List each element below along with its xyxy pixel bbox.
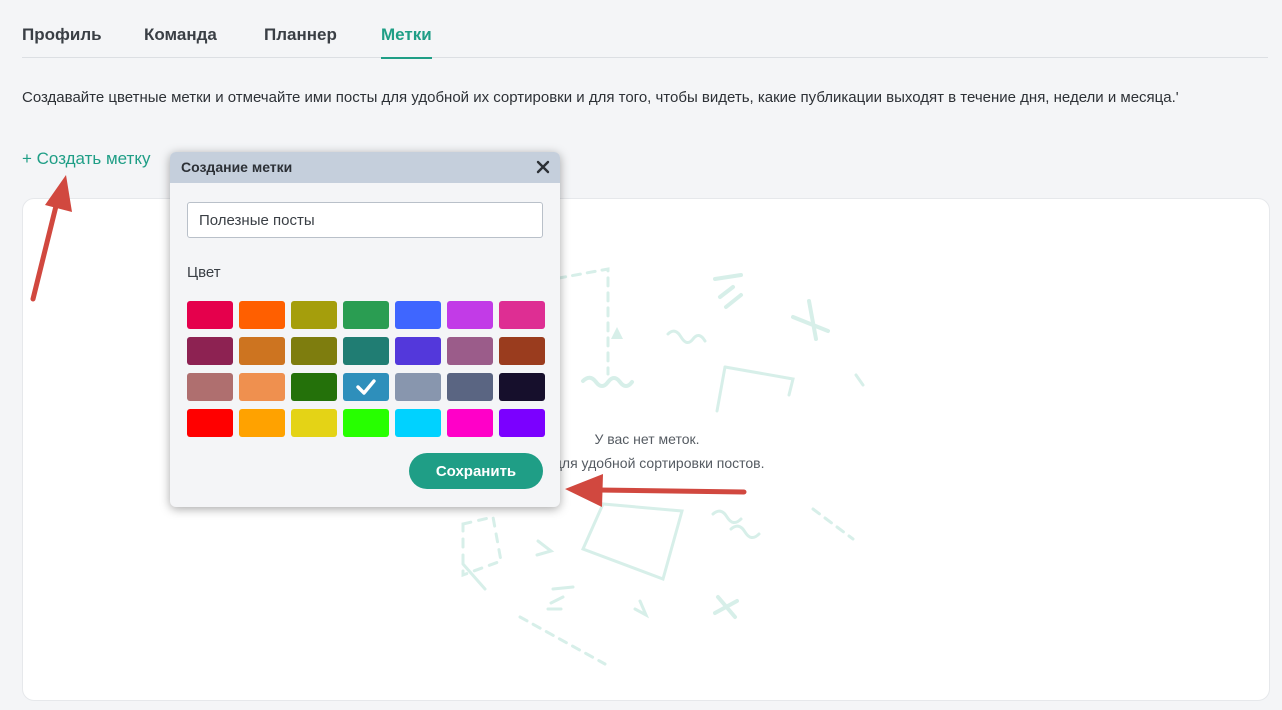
color-swatch[interactable] <box>499 301 545 329</box>
color-swatch[interactable] <box>239 373 285 401</box>
color-swatch[interactable] <box>291 409 337 437</box>
tab-planner[interactable]: Планнер <box>264 25 337 57</box>
tab-labels[interactable]: Метки <box>381 25 432 59</box>
color-swatch[interactable] <box>499 337 545 365</box>
save-button[interactable]: Сохранить <box>409 453 543 489</box>
tab-team[interactable]: Команда <box>144 25 217 57</box>
color-swatch[interactable] <box>187 409 233 437</box>
color-swatch[interactable] <box>239 301 285 329</box>
color-swatch[interactable] <box>447 373 493 401</box>
tab-profile[interactable]: Профиль <box>22 25 102 57</box>
color-swatch[interactable] <box>291 301 337 329</box>
color-swatch[interactable] <box>187 373 233 401</box>
color-swatch[interactable] <box>291 373 337 401</box>
close-icon[interactable] <box>534 158 552 176</box>
page-description: Создавайте цветные метки и отмечайте ими… <box>22 89 1179 106</box>
color-swatch[interactable] <box>187 337 233 365</box>
color-swatch[interactable] <box>343 337 389 365</box>
color-swatch[interactable] <box>499 409 545 437</box>
color-swatch[interactable] <box>447 409 493 437</box>
color-swatch[interactable] <box>239 409 285 437</box>
create-label-dialog: Создание метки Цвет Сохранить <box>170 152 560 507</box>
color-swatch[interactable] <box>291 337 337 365</box>
color-swatch[interactable] <box>447 337 493 365</box>
color-swatch[interactable] <box>395 373 441 401</box>
color-swatch[interactable] <box>395 301 441 329</box>
label-name-input[interactable] <box>187 202 543 238</box>
color-swatch[interactable] <box>499 373 545 401</box>
color-swatch[interactable] <box>343 301 389 329</box>
settings-tabs: Профиль Команда Планнер Метки <box>22 0 1268 59</box>
checkmark-icon <box>356 379 376 395</box>
color-swatch[interactable] <box>343 373 389 401</box>
color-swatch[interactable] <box>239 337 285 365</box>
color-label: Цвет <box>187 264 221 281</box>
dialog-title: Создание метки <box>181 159 293 175</box>
color-swatch[interactable] <box>343 409 389 437</box>
color-swatch[interactable] <box>187 301 233 329</box>
color-swatch[interactable] <box>395 409 441 437</box>
color-swatch[interactable] <box>395 337 441 365</box>
dialog-header: Создание метки <box>170 152 560 183</box>
color-palette <box>187 301 547 441</box>
create-label-link[interactable]: + Создать метку <box>22 149 150 169</box>
color-swatch[interactable] <box>447 301 493 329</box>
